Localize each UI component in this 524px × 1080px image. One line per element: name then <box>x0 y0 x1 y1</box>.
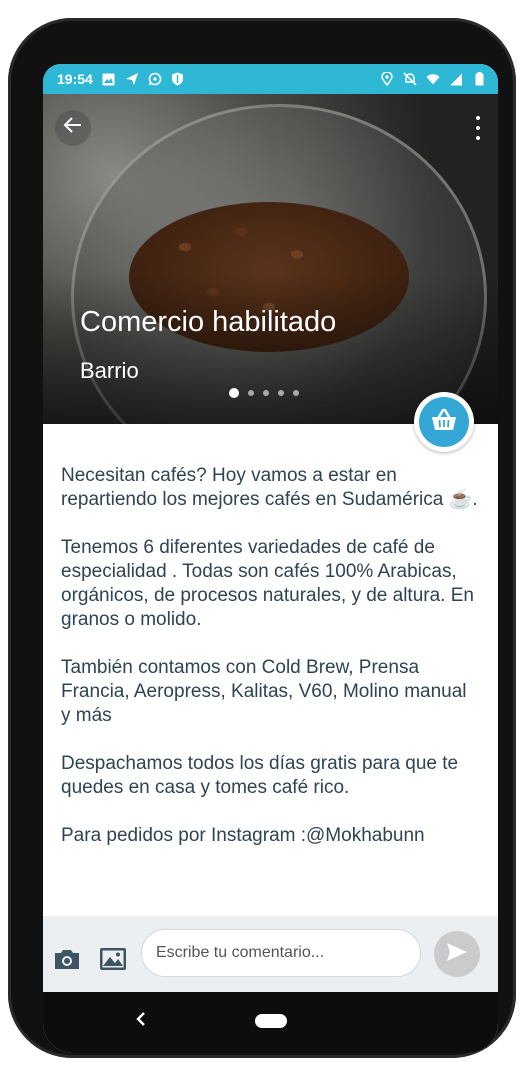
image-icon[interactable] <box>99 947 127 971</box>
phone-frame: 19:54 Comercio habilitado Barrio Necesit… <box>8 18 516 1058</box>
hero-image: Comercio habilitado Barrio <box>43 94 498 424</box>
carousel-dot[interactable] <box>278 390 284 396</box>
description-paragraph: También contamos con Cold Brew, Prensa F… <box>61 657 467 726</box>
nav-back-button[interactable] <box>136 1010 146 1031</box>
carousel-dot[interactable] <box>248 390 254 396</box>
basket-icon <box>431 408 457 437</box>
shopping-basket-button[interactable] <box>414 392 474 452</box>
carousel-indicator[interactable] <box>229 388 299 398</box>
store-title: Comercio habilitado <box>80 306 337 338</box>
nav-home-button[interactable] <box>255 1014 287 1028</box>
carousel-dot[interactable] <box>263 390 269 396</box>
description-paragraph: Tenemos 6 diferentes variedades de café … <box>61 537 474 630</box>
shield-icon <box>171 72 185 86</box>
comment-input[interactable]: Escribe tu comentario... <box>141 929 421 977</box>
gallery-icon <box>102 72 116 86</box>
mute-icon <box>403 72 417 86</box>
carousel-dot[interactable] <box>229 388 239 398</box>
camera-icon[interactable] <box>53 948 81 970</box>
battery-icon <box>472 72 486 86</box>
description-paragraph: Despachamos todos los días gratis para q… <box>61 753 459 798</box>
send-icon <box>125 72 139 86</box>
status-time: 19:54 <box>57 71 93 87</box>
back-button[interactable] <box>55 110 91 146</box>
wifi-icon <box>426 72 440 86</box>
send-button[interactable] <box>434 931 480 977</box>
comment-bar: Escribe tu comentario... <box>43 916 498 992</box>
carousel-dot[interactable] <box>293 390 299 396</box>
store-description: Necesitan cafés? Hoy vamos a estar en re… <box>61 464 481 914</box>
description-paragraph: Para pedidos por Instagram :@Mokhabunn <box>61 825 425 846</box>
system-nav-bar <box>43 992 498 1053</box>
status-bar: 19:54 <box>43 64 498 94</box>
signal-icon <box>449 72 463 86</box>
description-paragraph: Necesitan cafés? Hoy vamos a estar en re… <box>61 465 478 510</box>
more-options-button[interactable] <box>472 116 484 140</box>
store-subtitle: Barrio <box>80 358 139 383</box>
whatsapp-icon <box>148 72 162 86</box>
send-arrow-icon <box>446 942 468 967</box>
arrow-left-icon <box>63 115 83 141</box>
app-screen: 19:54 Comercio habilitado Barrio Necesit… <box>43 64 498 1053</box>
location-icon <box>380 72 394 86</box>
